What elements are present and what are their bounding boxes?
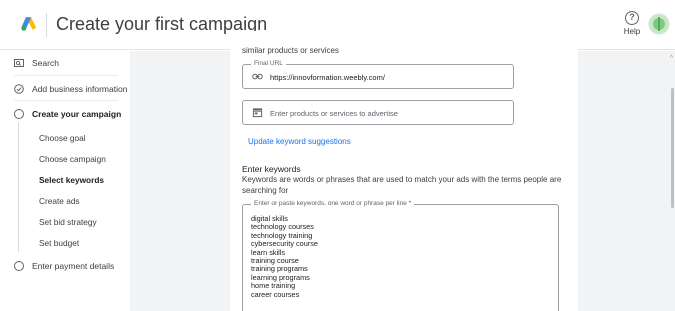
step-create-ads[interactable]: Create ads [39,196,80,206]
link-icon [252,73,263,80]
help-button[interactable]: ? Help [620,11,644,36]
keywords-field-legend: Enter or paste keywords, one word or phr… [251,200,415,207]
sidebar-item-add-business[interactable]: Add business information [14,84,127,94]
step-circle-icon [14,261,24,271]
step-choose-goal[interactable]: Choose goal [39,133,86,143]
sidebar-item-label: Search [32,58,59,68]
sidebar-item-payment[interactable]: Enter payment details [14,261,114,271]
avatar-icon [649,14,669,34]
products-placeholder: Enter products or services to advertise [270,109,398,118]
header-divider [46,13,47,37]
sidebar-item-create-campaign[interactable]: Create your campaign [14,109,121,119]
keywords-textarea[interactable]: Enter or paste keywords, one word or phr… [242,200,559,311]
products-input[interactable]: Enter products or services to advertise [242,100,514,125]
store-icon [252,108,263,118]
update-keyword-suggestions-link[interactable]: Update keyword suggestions [248,137,351,146]
final-url-value: https://innovformation.weebly.com/ [270,73,385,82]
sidebar-item-search[interactable]: Search [14,58,59,68]
final-url-field[interactable]: Final URL https://innovformation.weebly.… [242,60,514,89]
keywords-section-title: Enter keywords [242,164,301,174]
avatar[interactable] [648,13,670,35]
step-select-keywords[interactable]: Select keywords [39,175,104,185]
keyword-line: career courses [251,289,300,299]
check-circle-icon [14,84,24,94]
intro-text: similar products or services [242,46,339,55]
keywords-list: digital skills technology courses techno… [251,214,318,299]
step-set-budget[interactable]: Set budget [39,238,79,248]
sidebar-item-label: Enter payment details [32,261,115,271]
help-label: Help [623,27,641,36]
steps-rail [18,122,19,252]
help-icon: ? [625,11,639,25]
search-box-icon [14,59,24,67]
google-ads-logo-icon[interactable] [20,15,37,33]
sidebar-divider [14,100,118,101]
keywords-section-description: Keywords are words or phrases that are u… [242,175,562,195]
step-set-bid-strategy[interactable]: Set bid strategy [39,217,97,227]
final-url-legend: Final URL [251,60,286,67]
step-choose-campaign[interactable]: Choose campaign [39,154,106,164]
step-circle-icon [14,109,24,119]
scrollbar[interactable] [671,88,674,208]
collapse-caret-icon: ^ [669,55,673,62]
sidebar-divider [14,75,118,76]
sidebar-item-label: Add business information [32,84,128,94]
sidebar-item-label: Create your campaign [32,109,122,119]
